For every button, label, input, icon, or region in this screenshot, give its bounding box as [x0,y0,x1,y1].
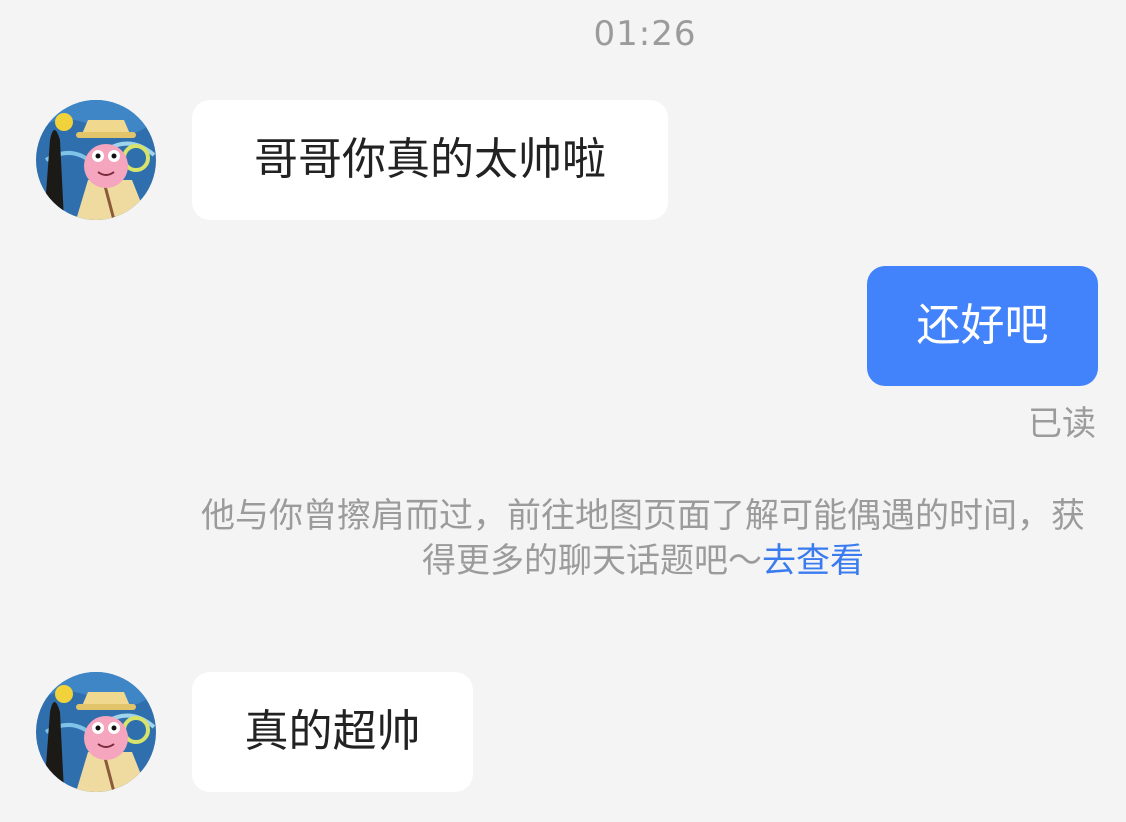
view-map-link[interactable]: 去查看 [762,541,864,581]
contact-avatar[interactable] [36,100,156,220]
incoming-message-bubble[interactable]: 真的超帅 [192,672,473,792]
patrick-starry-night-avatar-icon [36,100,156,220]
message-timestamp: 01:26 [593,14,697,54]
patrick-starry-night-avatar-icon [36,672,156,792]
notice-text: 得更多的聊天话题吧～ [422,541,762,581]
outgoing-message-bubble[interactable]: 还好吧 [867,266,1098,386]
notice-line-1: 他与你曾擦肩而过，前往地图页面了解可能偶遇的时间，获 [201,496,1085,536]
system-notice: 他与你曾擦肩而过，前往地图页面了解可能偶遇的时间，获 得更多的聊天话题吧～去查看 [160,494,1126,584]
contact-avatar[interactable] [36,672,156,792]
read-receipt: 已读 [1028,404,1096,444]
incoming-message-bubble[interactable]: 哥哥你真的太帅啦 [192,100,668,220]
notice-line-2: 得更多的聊天话题吧～去查看 [160,539,1126,584]
